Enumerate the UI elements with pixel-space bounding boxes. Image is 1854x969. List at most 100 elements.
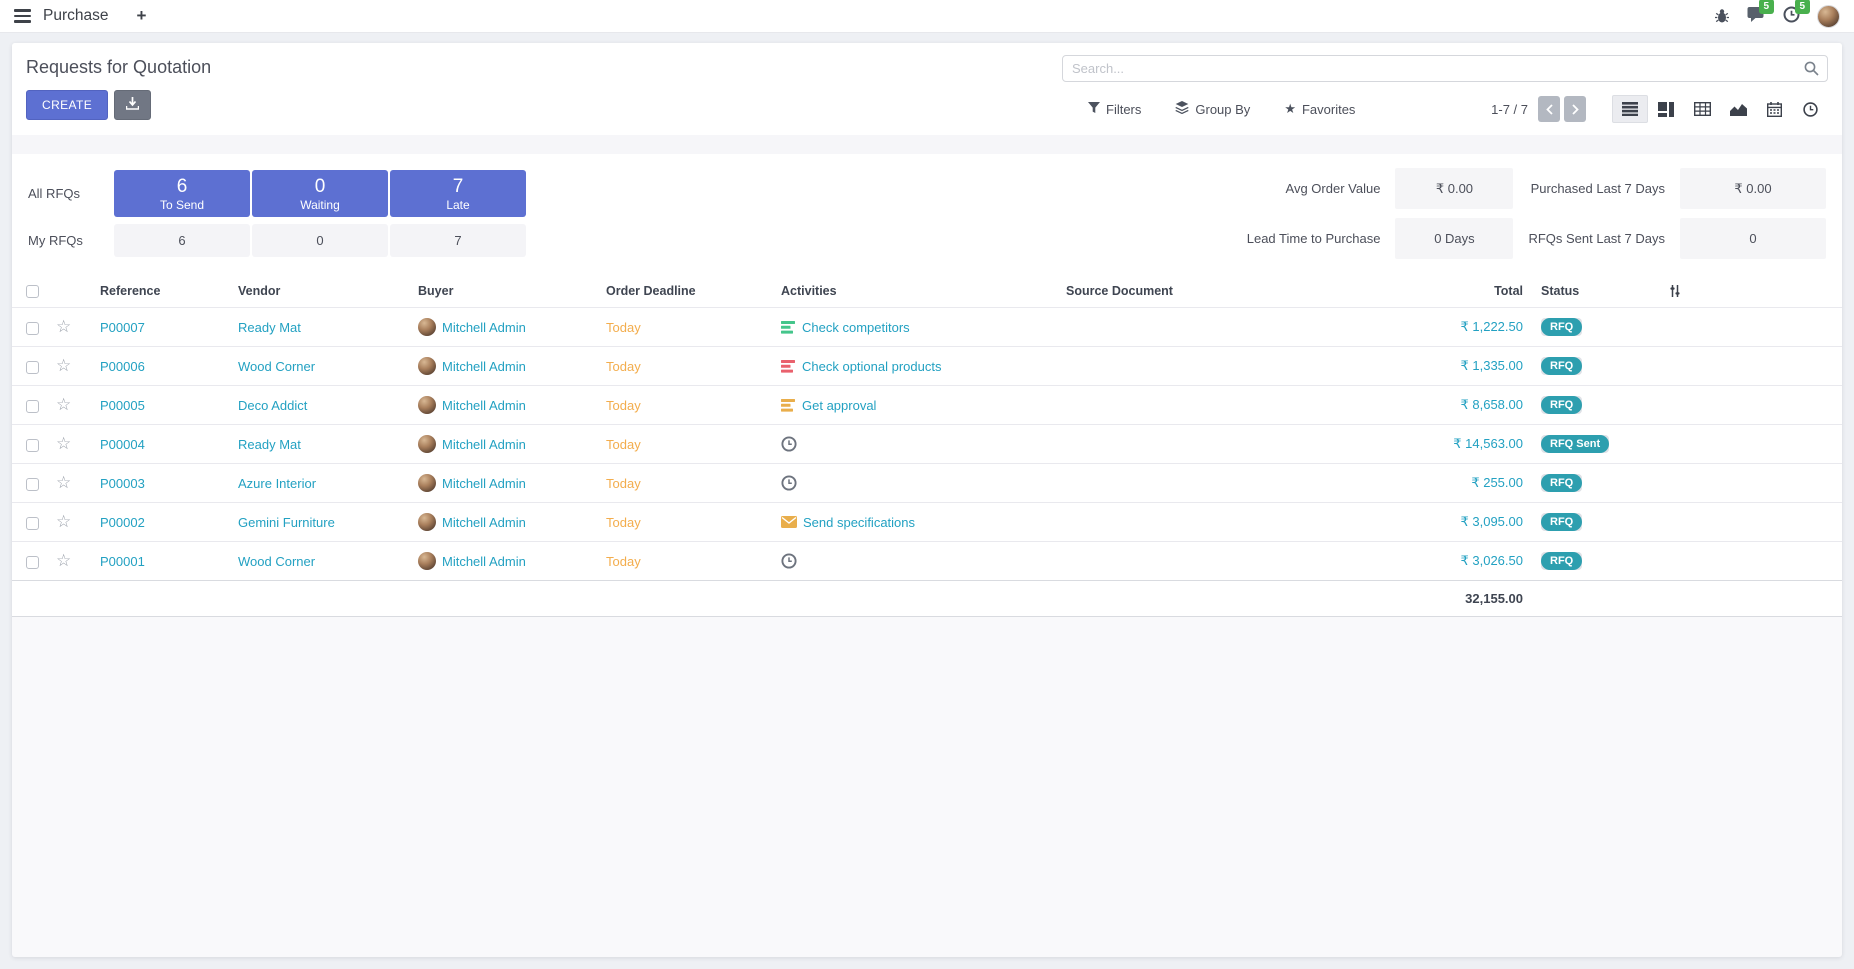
list-view-button[interactable]: [1612, 95, 1648, 123]
favorites-button[interactable]: ★ Favorites: [1284, 101, 1355, 117]
create-button[interactable]: CREATE: [26, 90, 108, 120]
vendor-link[interactable]: Azure Interior: [238, 476, 316, 491]
select-all-checkbox[interactable]: [26, 285, 39, 298]
search-icon[interactable]: [1804, 61, 1819, 79]
activity-label[interactable]: Get approval: [802, 398, 876, 413]
table-row[interactable]: ☆ P00004 Ready Mat Mitchell Admin Today …: [12, 425, 1842, 464]
column-header-buyer[interactable]: Buyer: [414, 275, 602, 308]
buyer-link[interactable]: Mitchell Admin: [442, 554, 526, 569]
table-row[interactable]: ☆ P00001 Wood Corner Mitchell Admin Toda…: [12, 542, 1842, 581]
vendor-link[interactable]: Ready Mat: [238, 320, 301, 335]
reference-link[interactable]: P00001: [100, 554, 145, 569]
activity-list-icon[interactable]: [781, 399, 796, 412]
source-document-cell: [1062, 308, 1367, 347]
vendor-link[interactable]: Wood Corner: [238, 359, 315, 374]
search-input[interactable]: [1063, 56, 1827, 81]
optional-columns-icon[interactable]: [1656, 284, 1694, 298]
favorite-star-icon[interactable]: ☆: [56, 473, 71, 492]
reference-link[interactable]: P00002: [100, 515, 145, 530]
favorite-star-icon[interactable]: ☆: [56, 395, 71, 414]
table-row[interactable]: ☆ P00007 Ready Mat Mitchell Admin Today …: [12, 308, 1842, 347]
table-row[interactable]: ☆ P00003 Azure Interior Mitchell Admin T…: [12, 464, 1842, 503]
column-header-source-document[interactable]: Source Document: [1062, 275, 1367, 308]
activity-view-button[interactable]: [1792, 95, 1828, 123]
row-checkbox[interactable]: [26, 322, 39, 335]
activities-count-badge: 5: [1795, 0, 1810, 14]
tile-my-waiting[interactable]: 0: [252, 224, 388, 257]
new-tab-button[interactable]: +: [136, 6, 146, 26]
buyer-link[interactable]: Mitchell Admin: [442, 476, 526, 491]
kanban-view-button[interactable]: [1648, 95, 1684, 123]
debug-bug-icon[interactable]: [1714, 8, 1730, 24]
clock-icon[interactable]: [781, 436, 797, 452]
reference-link[interactable]: P00004: [100, 437, 145, 452]
row-checkbox[interactable]: [26, 556, 39, 569]
activity-list-icon[interactable]: [781, 321, 796, 334]
reference-link[interactable]: P00007: [100, 320, 145, 335]
status-badge: RFQ: [1541, 357, 1582, 375]
tile-late[interactable]: 7 Late: [390, 170, 526, 217]
column-header-order-deadline[interactable]: Order Deadline: [602, 275, 777, 308]
row-checkbox[interactable]: [26, 478, 39, 491]
vendor-link[interactable]: Ready Mat: [238, 437, 301, 452]
column-header-reference[interactable]: Reference: [96, 275, 234, 308]
apps-menu-icon[interactable]: [14, 9, 31, 23]
reference-link[interactable]: P00006: [100, 359, 145, 374]
row-checkbox[interactable]: [26, 517, 39, 530]
activities-menu[interactable]: 5: [1783, 6, 1800, 26]
reference-link[interactable]: P00005: [100, 398, 145, 413]
export-button[interactable]: [114, 90, 151, 120]
pager-previous-button[interactable]: [1538, 96, 1560, 122]
order-deadline-value: Today: [606, 320, 641, 335]
favorite-star-icon[interactable]: ☆: [56, 512, 71, 531]
vendor-link[interactable]: Gemini Furniture: [238, 515, 335, 530]
buyer-link[interactable]: Mitchell Admin: [442, 320, 526, 335]
row-checkbox[interactable]: [26, 361, 39, 374]
favorite-star-icon[interactable]: ☆: [56, 434, 71, 453]
table-row[interactable]: ☆ P00005 Deco Addict Mitchell Admin Toda…: [12, 386, 1842, 425]
envelope-icon[interactable]: [781, 516, 797, 528]
favorite-star-icon[interactable]: ☆: [56, 551, 71, 570]
favorite-star-icon[interactable]: ☆: [56, 356, 71, 375]
pivot-view-button[interactable]: [1684, 95, 1720, 123]
favorite-star-icon[interactable]: ☆: [56, 317, 71, 336]
user-avatar[interactable]: [1817, 5, 1840, 28]
order-deadline-value: Today: [606, 398, 641, 413]
buyer-link[interactable]: Mitchell Admin: [442, 437, 526, 452]
activity-label[interactable]: Check competitors: [802, 320, 910, 335]
activity-list-icon[interactable]: [781, 360, 796, 373]
filters-button[interactable]: Filters: [1088, 101, 1141, 117]
vendor-link[interactable]: Deco Addict: [238, 398, 307, 413]
tile-my-late[interactable]: 7: [390, 224, 526, 257]
row-checkbox[interactable]: [26, 400, 39, 413]
reference-link[interactable]: P00003: [100, 476, 145, 491]
activity-label[interactable]: Check optional products: [802, 359, 941, 374]
status-badge: RFQ: [1541, 474, 1582, 492]
graph-view-button[interactable]: [1720, 95, 1756, 123]
column-header-vendor[interactable]: Vendor: [234, 275, 414, 308]
buyer-link[interactable]: Mitchell Admin: [442, 359, 526, 374]
app-name[interactable]: Purchase: [43, 7, 108, 25]
column-header-status[interactable]: Status: [1537, 275, 1652, 308]
column-header-activities[interactable]: Activities: [777, 275, 1062, 308]
row-checkbox[interactable]: [26, 439, 39, 452]
clock-icon[interactable]: [781, 553, 797, 569]
sum-total: 32,155.00: [1465, 591, 1523, 606]
column-header-total[interactable]: Total: [1367, 275, 1537, 308]
filters-label: Filters: [1106, 102, 1141, 117]
main-content-card: Requests for Quotation CREATE: [12, 43, 1842, 957]
messages-menu[interactable]: 5: [1747, 6, 1766, 26]
pager-next-button[interactable]: [1564, 96, 1586, 122]
clock-icon[interactable]: [781, 475, 797, 491]
tile-waiting[interactable]: 0 Waiting: [252, 170, 388, 217]
calendar-view-button[interactable]: [1756, 95, 1792, 123]
buyer-link[interactable]: Mitchell Admin: [442, 515, 526, 530]
tile-my-to-send[interactable]: 6: [114, 224, 250, 257]
table-row[interactable]: ☆ P00006 Wood Corner Mitchell Admin Toda…: [12, 347, 1842, 386]
activity-label[interactable]: Send specifications: [803, 515, 915, 530]
table-row[interactable]: ☆ P00002 Gemini Furniture Mitchell Admin…: [12, 503, 1842, 542]
group-by-button[interactable]: Group By: [1175, 101, 1250, 117]
buyer-link[interactable]: Mitchell Admin: [442, 398, 526, 413]
vendor-link[interactable]: Wood Corner: [238, 554, 315, 569]
tile-to-send[interactable]: 6 To Send: [114, 170, 250, 217]
